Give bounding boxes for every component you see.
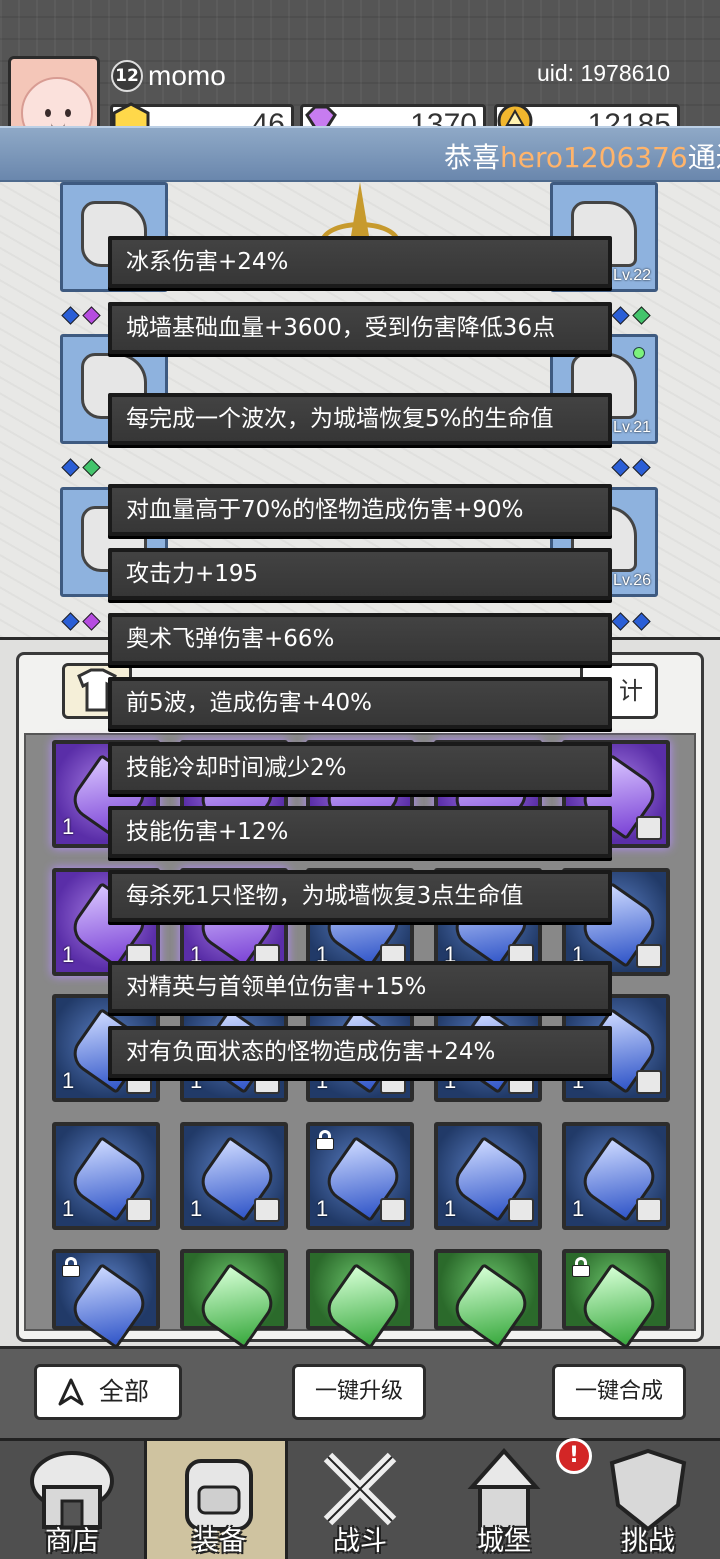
gem-type-icon <box>636 944 662 968</box>
nav-shop-label: 商店 <box>45 1526 99 1557</box>
gem-type-icon <box>636 816 662 840</box>
tooltip-line: 技能伤害+12% <box>108 806 612 858</box>
gem-row <box>60 612 102 632</box>
merge-all-button[interactable]: 一键合成 <box>552 1364 686 1420</box>
nav-shop[interactable]: 商店 <box>0 1441 144 1559</box>
gem-row <box>610 612 652 632</box>
lock-icon <box>572 1257 590 1277</box>
slot-count: 1 <box>62 1196 75 1221</box>
gem-type-icon <box>126 1198 152 1222</box>
announcement-marquee: 恭喜hero1206376通过 <box>0 126 720 182</box>
inventory-slot[interactable] <box>52 1249 160 1350</box>
marquee-player: hero1206376 <box>500 141 688 174</box>
nav-castle-label: 城堡 <box>477 1526 531 1557</box>
marquee-suffix: 通过 <box>687 141 720 174</box>
tooltip-line: 前5波，造成伤害+40% <box>108 677 612 729</box>
upgrade-all-button[interactable]: 一键升级 <box>292 1364 426 1420</box>
inventory-slot[interactable] <box>180 1249 288 1350</box>
equip-level: Lv.26 <box>613 572 651 589</box>
arrow-up-icon <box>58 1378 84 1406</box>
castle-notification-badge: ! <box>556 1438 592 1474</box>
inventory-slot[interactable]: 1 <box>52 1122 160 1230</box>
gem-type-icon <box>508 1198 534 1222</box>
slot-count: 1 <box>62 1068 75 1093</box>
inventory-slot[interactable] <box>434 1249 542 1350</box>
tooltip-line: 攻击力+195 <box>108 548 612 600</box>
slot-count: 1 <box>62 942 75 967</box>
gem-type-icon <box>636 1198 662 1222</box>
slot-count: 1 <box>572 1196 585 1221</box>
inventory-slot[interactable]: 1 <box>180 1122 288 1230</box>
nav-battle[interactable]: 战斗 <box>288 1441 432 1559</box>
slot-count: 1 <box>316 1196 329 1221</box>
inventory-slot[interactable] <box>562 1249 670 1350</box>
inventory-slot[interactable]: 1 <box>434 1122 542 1230</box>
gem-type-icon <box>254 1198 280 1222</box>
gem-type-icon <box>636 1070 662 1094</box>
filter-all-button[interactable]: 全部 <box>34 1364 182 1420</box>
tooltip-line: 对精英与首领单位伤害+15% <box>108 961 612 1013</box>
lock-icon <box>62 1257 80 1277</box>
inventory-slot[interactable]: 1 <box>306 1122 414 1230</box>
tooltip-line: 每完成一个波次，为城墙恢复5%的生命值 <box>108 393 612 445</box>
gem-row <box>610 306 652 326</box>
nav-battle-label: 战斗 <box>333 1526 387 1557</box>
gem-row <box>60 458 102 478</box>
tooltip-line: 冰系伤害+24% <box>108 236 612 288</box>
nav-castle[interactable]: 城堡 <box>432 1441 576 1559</box>
gem-row <box>60 306 102 326</box>
lock-icon <box>316 1130 334 1150</box>
tooltip-line: 奥术飞弹伤害+66% <box>108 613 612 665</box>
tooltip-line: 每杀死1只怪物，为城墙恢复3点生命值 <box>108 870 612 922</box>
inventory-slot[interactable] <box>306 1249 414 1350</box>
marquee-prefix: 恭喜 <box>444 141 501 174</box>
tooltip-line: 对有负面状态的怪物造成伤害+24% <box>108 1026 612 1078</box>
nav-challenge-label: 挑战 <box>621 1526 675 1557</box>
gem-type-icon <box>380 1198 406 1222</box>
inventory-slot[interactable]: 1 <box>562 1122 670 1230</box>
tooltip-line: 城墙基础血量+3600，受到伤害降低36点 <box>108 302 612 354</box>
new-indicator-dot <box>633 347 645 359</box>
slot-count: 1 <box>190 1196 203 1221</box>
equip-level: Lv.21 <box>613 419 651 436</box>
slot-count: 1 <box>444 1196 457 1221</box>
nav-equipment-label: 装备 <box>192 1526 246 1557</box>
player-uid: uid: 1978610 <box>536 60 670 86</box>
nav-equipment[interactable]: 装备 <box>144 1441 288 1559</box>
nav-challenge[interactable]: 挑战 <box>576 1441 720 1559</box>
equip-level: Lv.22 <box>613 267 651 284</box>
tooltip-line: 技能冷却时间减少2% <box>108 742 612 794</box>
slot-count: 1 <box>62 814 75 839</box>
player-name: momo <box>148 60 226 91</box>
filter-all-label: 全部 <box>99 1377 150 1406</box>
gem-row <box>610 458 652 478</box>
bottom-nav: 商店 装备 战斗 城堡 挑战 <box>0 1438 720 1559</box>
player-level-badge: 12 <box>111 60 143 92</box>
tooltip-line: 对血量高于70%的怪物造成伤害+90% <box>108 484 612 536</box>
